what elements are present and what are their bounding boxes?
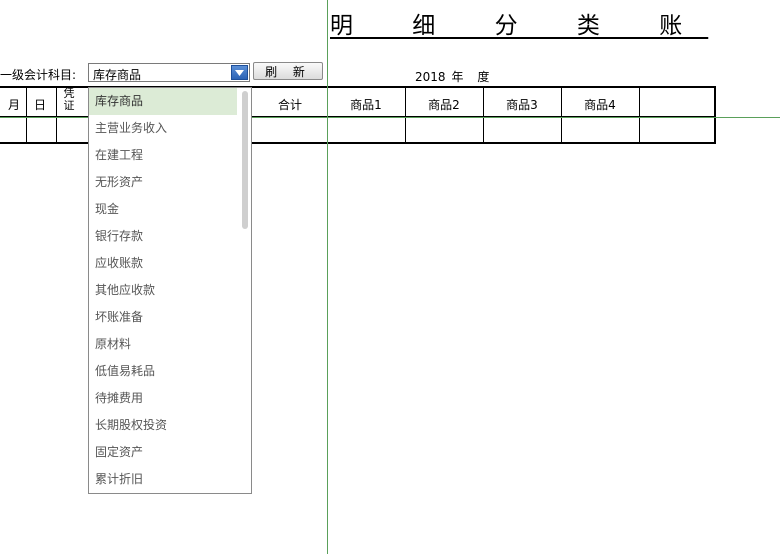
- year-value: 2018: [415, 70, 446, 84]
- header-product-2: 商品2: [428, 98, 460, 112]
- dropdown-option[interactable]: 库存商品: [89, 88, 237, 115]
- dropdown-option[interactable]: 无形资产: [89, 169, 237, 196]
- dropdown-option[interactable]: 在建工程: [89, 142, 237, 169]
- header-voucher: 凭证: [63, 87, 75, 112]
- account-label: 一级会计科目:: [0, 68, 77, 82]
- year-suffix: 年 度: [451, 70, 495, 84]
- guide-line-vertical: [327, 0, 328, 554]
- header-month: 月: [7, 98, 20, 112]
- dropdown-option[interactable]: 低值易耗品: [89, 358, 237, 385]
- cell-divider: [26, 116, 27, 142]
- dropdown-option[interactable]: 原材料: [89, 331, 237, 358]
- column-divider: [639, 88, 640, 142]
- dropdown-option[interactable]: 坏账准备: [89, 304, 237, 331]
- dropdown-option[interactable]: 其他应收款: [89, 277, 237, 304]
- header-product-1: 商品1: [350, 98, 382, 112]
- page-title: 明 细 分 类 账: [330, 13, 709, 39]
- header-total: 合计: [277, 98, 302, 112]
- account-dropdown-list[interactable]: 库存商品 主营业务收入 在建工程 无形资产 现金 银行存款 应收账款 其他应收款 坏账准备 原材料…: [88, 87, 252, 494]
- cell-divider: [561, 116, 562, 142]
- scrollbar-thumb[interactable]: [242, 91, 248, 229]
- header-day: 日: [33, 98, 46, 112]
- dropdown-option[interactable]: 主营业务收入: [89, 115, 237, 142]
- header-product-3: 商品3: [506, 98, 538, 112]
- dropdown-option[interactable]: 长期股权投资: [89, 412, 237, 439]
- header-product-4: 商品4: [584, 98, 616, 112]
- cell-divider: [483, 116, 484, 142]
- account-select[interactable]: 库存商品: [88, 63, 250, 82]
- dropdown-option[interactable]: 应收账款: [89, 250, 237, 277]
- refresh-button[interactable]: 刷 新: [253, 62, 323, 80]
- dropdown-option[interactable]: 待摊费用: [89, 385, 237, 412]
- cell-divider: [56, 116, 57, 142]
- dropdown-option[interactable]: 固定资产: [89, 439, 237, 466]
- dropdown-option[interactable]: 现金: [89, 196, 237, 223]
- year-label: 2018 年 度: [415, 68, 494, 85]
- dropdown-option[interactable]: 累计折旧: [89, 466, 237, 493]
- account-select-value: 库存商品: [93, 68, 142, 82]
- chevron-down-icon[interactable]: [231, 65, 248, 80]
- cell-divider: [405, 116, 406, 142]
- dropdown-option[interactable]: 银行存款: [89, 223, 237, 250]
